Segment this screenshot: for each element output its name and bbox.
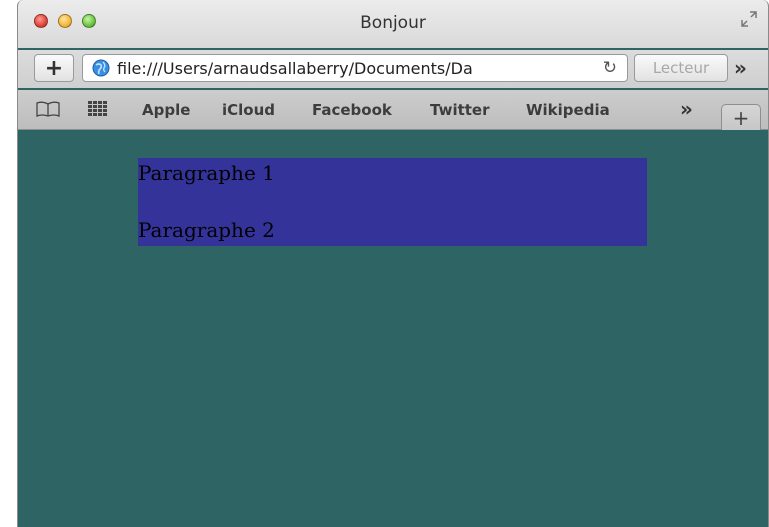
toolbar-overflow-icon[interactable]: » bbox=[734, 56, 747, 80]
add-bookmark-button[interactable]: + bbox=[34, 54, 74, 82]
title-bar: Bonjour bbox=[18, 0, 768, 48]
bookmark-twitter[interactable]: Twitter bbox=[430, 101, 490, 119]
globe-icon bbox=[92, 59, 110, 77]
paragraph-container: Paragraphe 1 Paragraphe 2 bbox=[138, 158, 647, 246]
paragraph-1: Paragraphe 1 bbox=[138, 161, 275, 185]
bookmarks-bar: Apple iCloud Facebook Twitter Wikipedia … bbox=[18, 90, 768, 131]
page-content: Paragraphe 1 Paragraphe 2 bbox=[18, 130, 768, 527]
address-field[interactable]: file:///Users/arnaudsallaberry/Documents… bbox=[82, 54, 628, 82]
browser-window: Bonjour + file:///Users/arnaudsallaberry… bbox=[17, 0, 769, 527]
address-toolbar: + file:///Users/arnaudsallaberry/Documen… bbox=[18, 50, 768, 88]
bookmark-wikipedia[interactable]: Wikipedia bbox=[526, 101, 610, 119]
window-title: Bonjour bbox=[360, 13, 426, 33]
bookmark-icloud[interactable]: iCloud bbox=[222, 101, 275, 119]
top-sites-icon[interactable] bbox=[88, 101, 108, 117]
reload-icon[interactable]: ↻ bbox=[603, 58, 617, 78]
reading-list-icon[interactable] bbox=[36, 101, 60, 117]
bookmark-facebook[interactable]: Facebook bbox=[312, 101, 392, 119]
bookmark-apple[interactable]: Apple bbox=[142, 101, 190, 119]
url-text[interactable]: file:///Users/arnaudsallaberry/Documents… bbox=[117, 59, 603, 78]
bookmarks-overflow-icon[interactable]: » bbox=[680, 97, 693, 121]
new-tab-button[interactable]: + bbox=[721, 104, 761, 131]
reader-button[interactable]: Lecteur bbox=[634, 54, 728, 82]
paragraph-2: Paragraphe 2 bbox=[138, 218, 275, 242]
fullscreen-icon[interactable] bbox=[740, 10, 758, 28]
